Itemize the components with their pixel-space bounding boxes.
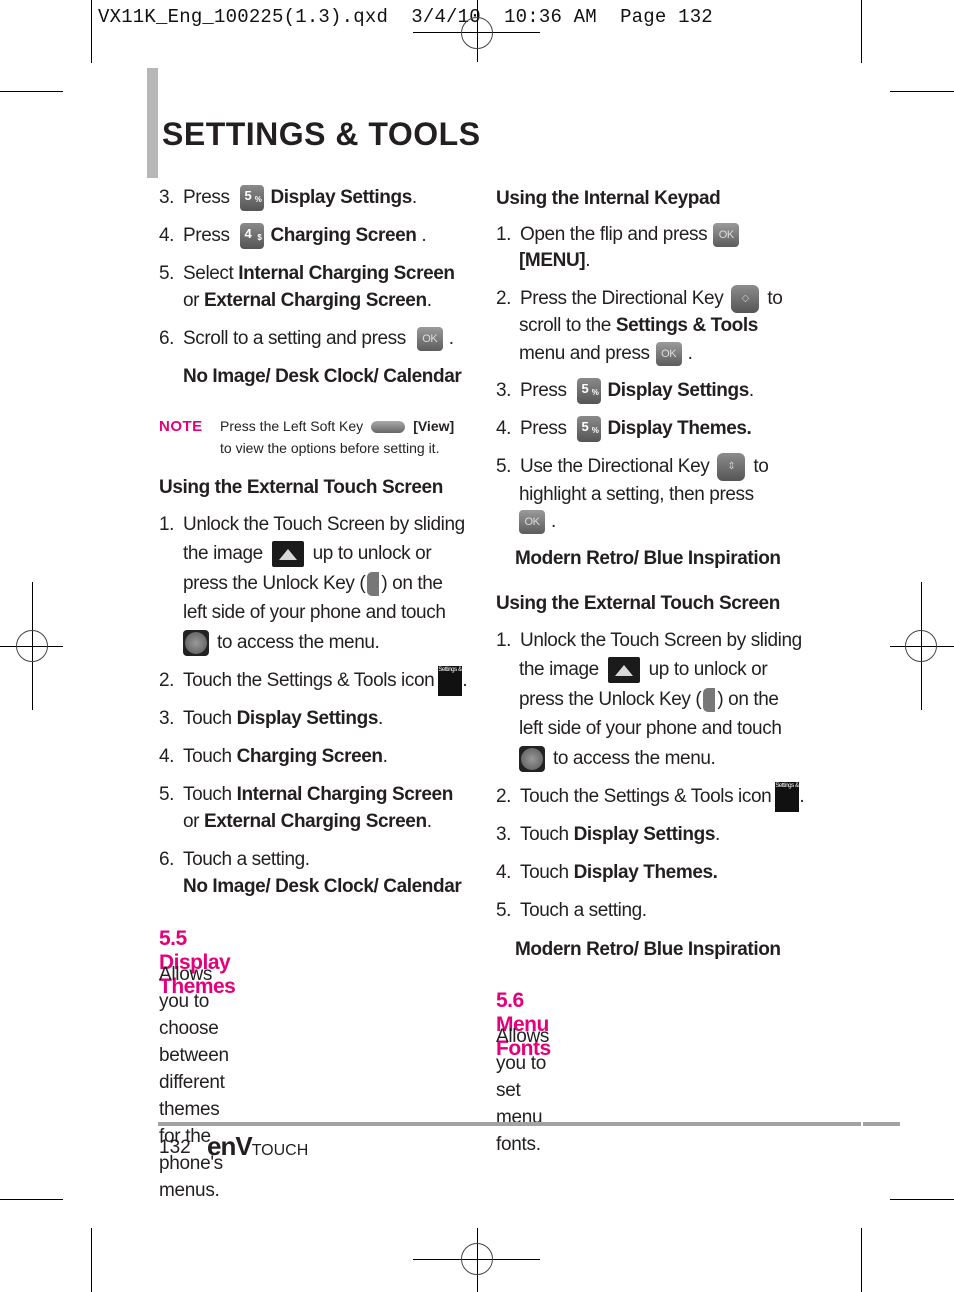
subheading-internal-keypad: Using the Internal Keypad	[496, 188, 721, 209]
footer-rule	[158, 1122, 900, 1126]
step-item: 3. Touch Display Settings.	[496, 824, 720, 845]
footer-rule-gap	[861, 1120, 863, 1128]
note-text: Press the Left Soft Key [View] to view th…	[220, 418, 455, 456]
section-body: Allows you to choose between different t…	[159, 964, 229, 1201]
menu-icon	[519, 745, 545, 772]
crop-mark	[890, 1199, 954, 1200]
ok-key-icon: OK	[416, 326, 443, 351]
title-accent-bar	[147, 68, 158, 178]
step-item: 4. Press 5% Display Themes.	[496, 414, 752, 443]
ok-key-icon: OK	[519, 509, 545, 534]
step-item: 3. Press 5% Display Settings.	[496, 376, 754, 405]
directional-key-icon: ◇	[731, 284, 760, 313]
step-item: 5. Touch a setting.	[496, 900, 647, 921]
crop-mark	[91, 0, 92, 63]
subheading-external-touch: Using the External Touch Screen	[159, 477, 443, 498]
section-body: Allows you to set menu fonts.	[496, 1026, 550, 1155]
ok-key-icon: OK	[655, 341, 682, 366]
page-number: 132	[159, 1137, 191, 1158]
settings-tools-icon: Settings & Tools	[438, 666, 475, 696]
step-item: 6. Scroll to a setting and press OK.	[159, 326, 454, 351]
left-soft-key-icon	[371, 421, 406, 434]
printer-slug: VX11K_Eng_100225(1.3).qxd 3/4/10 10:36 A…	[98, 6, 713, 28]
step-continuation: or External Charging Screen.	[183, 290, 432, 311]
directional-key-icon: ⇕	[717, 452, 746, 481]
step-item: 6. Touch a setting.	[159, 849, 310, 870]
step-item: 1. Unlock the Touch Screen by sliding	[159, 514, 465, 535]
crop-mark	[890, 91, 954, 92]
page-title: SETTINGS & TOOLS	[162, 116, 481, 152]
subheading-external-touch: Using the External Touch Screen	[496, 593, 780, 614]
crop-mark	[861, 1228, 862, 1292]
registration-mark	[461, 17, 493, 49]
setting-options: Modern Retro/ Blue Inspiration	[515, 939, 781, 960]
step-item: 3. Press 5% Display Settings.	[159, 183, 417, 212]
registration-mark	[905, 630, 937, 662]
brand-logo: enVTOUCH	[207, 1131, 309, 1161]
setting-options: No Image/ Desk Clock/ Calendar	[183, 366, 462, 387]
step-item: 2. Press the Directional Key ◇ to	[496, 284, 783, 313]
key-5-icon: 5%	[577, 415, 602, 442]
step-item: 4. Touch Display Themes.	[496, 862, 718, 883]
key-5-icon: 5%	[577, 377, 602, 404]
crop-mark	[861, 0, 862, 63]
step-item: 4. Press 4 $ Charging Screen .	[159, 221, 427, 250]
crop-mark	[0, 1199, 63, 1200]
menu-icon	[183, 629, 209, 656]
step-item: 5. Touch Internal Charging Screen	[159, 784, 453, 805]
step-item: 2. Touch the Settings & Tools iconSetting…	[159, 666, 475, 696]
note-label: NOTE	[159, 418, 203, 435]
key-4-icon: 4 $	[240, 222, 265, 249]
ok-key-icon: OK	[713, 222, 740, 247]
unlock-key-icon	[703, 687, 716, 712]
slide-unlock-icon	[271, 540, 304, 567]
step-item: 5. Select Internal Charging Screen	[159, 263, 455, 284]
step-item: 4. Touch Charging Screen.	[159, 746, 388, 767]
step-item: 1. Open the flip and press OK	[496, 220, 745, 249]
slide-unlock-icon	[607, 656, 640, 683]
setting-options: Modern Retro/ Blue Inspiration	[515, 548, 781, 569]
settings-tools-icon: Settings & Tools	[775, 782, 812, 812]
setting-options: No Image/ Desk Clock/ Calendar	[183, 876, 462, 897]
key-5-icon: 5%	[240, 184, 265, 211]
crop-mark	[91, 1228, 92, 1292]
registration-mark	[461, 1243, 493, 1275]
registration-mark	[16, 630, 48, 662]
unlock-key-icon	[367, 571, 380, 596]
step-item: 2. Touch the Settings & Tools iconSetting…	[496, 782, 812, 812]
step-item: 3. Touch Display Settings.	[159, 708, 383, 729]
step-item: 5. Use the Directional Key ⇕ to	[496, 452, 769, 481]
crop-mark	[0, 91, 63, 92]
step-item: 1. Unlock the Touch Screen by sliding	[496, 630, 802, 651]
